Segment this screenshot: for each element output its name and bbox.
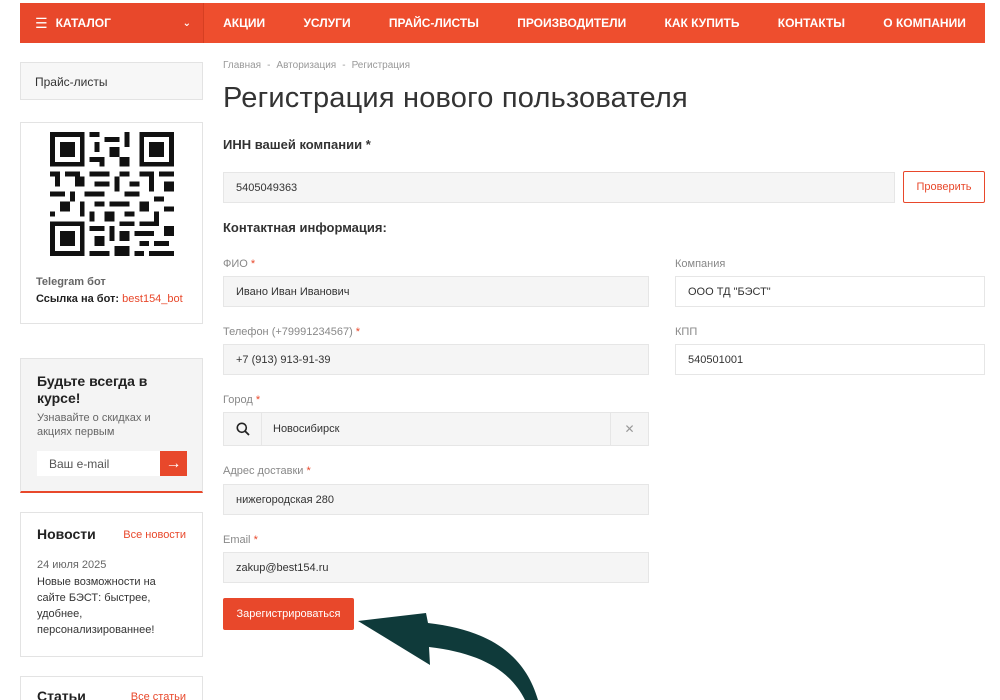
breadcrumb-current: Регистрация xyxy=(351,60,411,71)
check-inn-button[interactable]: Проверить xyxy=(903,171,985,203)
articles-title: Статьи xyxy=(37,688,86,700)
catalog-label: КАТАЛОГ xyxy=(55,16,111,30)
city-label: Город * xyxy=(223,394,260,406)
arrow-right-icon: → xyxy=(165,454,182,472)
email-input[interactable]: zakup@best154.ru xyxy=(223,552,649,583)
articles-card: Статьи Все статьи xyxy=(20,676,203,700)
telegram-bot-title: Telegram бот xyxy=(36,276,106,288)
page-title: Регистрация нового пользователя xyxy=(223,82,688,114)
menu-icon: ☰ xyxy=(35,14,48,31)
phone-input[interactable]: +7 (913) 913-91-39 xyxy=(223,344,649,375)
catalog-menu-button[interactable]: ☰ КАТАЛОГ ⌄ xyxy=(20,3,203,43)
company-input[interactable]: ООО ТД "БЭСТ" xyxy=(675,276,985,307)
telegram-bot-link-line: Ссылка на бот: best154_bot xyxy=(36,293,183,305)
news-title: Новости xyxy=(37,526,96,542)
chevron-down-icon: ⌄ xyxy=(182,17,191,29)
required-mark: * xyxy=(253,534,258,546)
fio-value: Ивано Иван Иванович xyxy=(236,285,350,298)
nav-item-promotions[interactable]: АКЦИИ xyxy=(223,16,265,30)
nav-item-manufacturers[interactable]: ПРОИЗВОДИТЕЛИ xyxy=(517,16,626,30)
fio-label-text: ФИО xyxy=(223,258,248,270)
city-select[interactable]: Новосибирск ✕ xyxy=(223,412,649,446)
contact-info-heading: Контактная информация: xyxy=(223,220,387,235)
nav-item-about[interactable]: О КОМПАНИИ xyxy=(883,16,966,30)
nav-items: АКЦИИ УСЛУГИ ПРАЙС-ЛИСТЫ ПРОИЗВОДИТЕЛИ К… xyxy=(204,3,985,43)
kpp-input[interactable]: 540501001 xyxy=(675,344,985,375)
nav-item-price-lists[interactable]: ПРАЙС-ЛИСТЫ xyxy=(389,16,479,30)
required-mark: * xyxy=(306,465,311,477)
required-mark: * xyxy=(255,394,261,406)
fio-label: ФИО * xyxy=(223,258,255,270)
nav-item-how-to-buy[interactable]: КАК КУПИТЬ xyxy=(665,16,740,30)
subscribe-card: Будьте всегда в курсе! Узнавайте о скидк… xyxy=(20,358,203,493)
company-value: ООО ТД "БЭСТ" xyxy=(688,285,771,298)
clear-icon[interactable]: ✕ xyxy=(611,413,648,445)
required-mark: * xyxy=(355,326,361,338)
all-news-link[interactable]: Все новости xyxy=(123,529,186,541)
kpp-label: КПП xyxy=(675,326,698,338)
telegram-link-label: Ссылка на бот: xyxy=(36,293,120,305)
inn-value: 5405049363 xyxy=(236,181,298,194)
email-value: zakup@best154.ru xyxy=(236,561,329,574)
sidebar-item-label: Прайс-листы xyxy=(35,75,108,89)
search-icon xyxy=(224,413,262,445)
breadcrumb: Главная - Авторизация - Регистрация xyxy=(223,60,411,71)
address-label: Адрес доставки * xyxy=(223,465,311,477)
inn-input[interactable]: 5405049363 xyxy=(223,172,895,203)
nav-item-services[interactable]: УСЛУГИ xyxy=(303,16,350,30)
fio-input[interactable]: Ивано Иван Иванович xyxy=(223,276,649,307)
subscribe-email-input[interactable] xyxy=(37,451,160,476)
qr-code-image xyxy=(50,132,174,256)
register-button[interactable]: Зарегистрироваться xyxy=(223,598,354,630)
address-label-text: Адрес доставки xyxy=(223,465,304,477)
inn-label: ИНН вашей компании * xyxy=(223,137,371,152)
news-card: Новости Все новости 24 июля 2025 Новые в… xyxy=(20,512,203,657)
city-value[interactable]: Новосибирск xyxy=(262,413,611,445)
breadcrumb-auth[interactable]: Авторизация xyxy=(276,60,336,71)
required-mark: * xyxy=(250,258,256,270)
address-input[interactable]: нижегородская 280 xyxy=(223,484,649,515)
phone-label-text: Телефон (+79991234567) xyxy=(223,326,353,338)
top-nav: ☰ КАТАЛОГ ⌄ АКЦИИ УСЛУГИ ПРАЙС-ЛИСТЫ ПРО… xyxy=(20,3,985,43)
subscribe-submit-button[interactable]: → xyxy=(160,451,187,476)
all-articles-link[interactable]: Все статьи xyxy=(131,691,186,700)
email-label: Email * xyxy=(223,534,258,546)
telegram-card: Telegram бот Ссылка на бот: best154_bot xyxy=(20,122,203,324)
subscribe-title: Будьте всегда в курсе! xyxy=(37,373,148,406)
company-label: Компания xyxy=(675,258,726,270)
annotation-arrow-icon xyxy=(358,613,538,700)
email-label-text: Email xyxy=(223,534,251,546)
news-item-link[interactable]: Новые возможности на сайте БЭСТ: быстрее… xyxy=(37,574,177,638)
kpp-value: 540501001 xyxy=(688,353,744,366)
subscribe-text: Узнавайте о скидках и акциях первым xyxy=(37,412,151,438)
nav-item-contacts[interactable]: КОНТАКТЫ xyxy=(778,16,845,30)
address-value: нижегородская 280 xyxy=(236,493,335,506)
city-label-text: Город xyxy=(223,394,253,406)
news-date: 24 июля 2025 xyxy=(37,559,107,571)
breadcrumb-home[interactable]: Главная xyxy=(223,60,261,71)
phone-label: Телефон (+79991234567) * xyxy=(223,326,360,338)
sidebar-item-price-lists[interactable]: Прайс-листы xyxy=(20,62,203,100)
telegram-bot-link[interactable]: best154_bot xyxy=(122,293,183,305)
phone-value: +7 (913) 913-91-39 xyxy=(236,353,331,366)
